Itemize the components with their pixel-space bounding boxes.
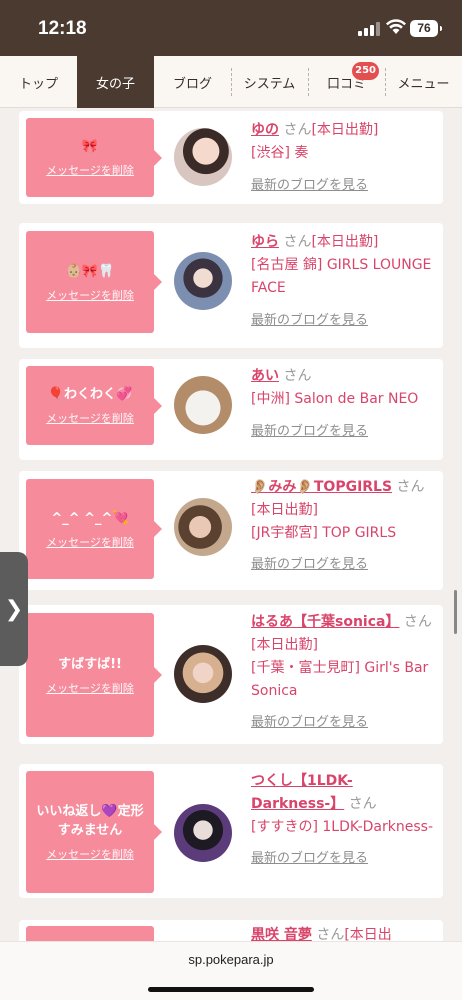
girl-info: はるあ【千葉sonica】 さん[本日出勤] [千葉・富士見町] Girl's … bbox=[251, 611, 437, 734]
latest-blog-link[interactable]: 最新のブログを見る bbox=[251, 424, 368, 439]
list-item: 🎈わくわく💞 メッセージを削除 あい さん [中洲] Salon de Bar … bbox=[19, 359, 443, 460]
delete-message-link[interactable]: メッセージを削除 bbox=[46, 162, 134, 178]
message-text: 🎈わくわく💞 bbox=[47, 387, 133, 402]
shop-name: 奏 bbox=[294, 145, 309, 161]
work-status: [本日出勤] bbox=[311, 234, 379, 250]
tab-blog[interactable]: ブログ bbox=[154, 56, 231, 108]
girl-info: 👂🏼みみ👂🏼TOPGIRLS さん [本日出勤] [JR宇都宮] TOP GIRL… bbox=[251, 476, 437, 576]
girl-info: ゆら さん[本日出勤] [名古屋 錦] GIRLS LOUNGE FACE 最新… bbox=[251, 231, 437, 332]
girl-name-link[interactable]: ゆの bbox=[251, 122, 279, 138]
area: [JR宇都宮] bbox=[251, 525, 318, 541]
wifi-icon bbox=[386, 19, 406, 34]
delete-message-link[interactable]: メッセージを削除 bbox=[46, 410, 134, 426]
girl-name-link[interactable]: 黒咲 音夢 bbox=[251, 927, 312, 941]
main-nav: トップ 女の子 ブログ システム 口コミ 250 メニュー bbox=[0, 56, 462, 108]
avatar[interactable] bbox=[174, 804, 232, 862]
list-item: いいね返し💜定形すみません メッセージを削除 つくし【1LDK-Darkness… bbox=[19, 764, 443, 898]
delete-message-link[interactable]: メッセージを削除 bbox=[46, 287, 134, 303]
scrollbar[interactable] bbox=[454, 590, 457, 634]
san-suffix: さん bbox=[283, 368, 312, 384]
message-text: 🎀 bbox=[81, 139, 99, 154]
list-item: 🎀 メッセージを削除 ゆの さん[本日出勤] [渋谷] 奏 最新のブログを見る bbox=[19, 111, 443, 204]
work-status: [本日出勤] bbox=[251, 502, 318, 518]
tab-reviews[interactable]: 口コミ 250 bbox=[308, 56, 385, 108]
tab-girls[interactable]: 女の子 bbox=[77, 56, 154, 108]
avatar[interactable] bbox=[174, 498, 232, 556]
shop-name: Salon de Bar NEO bbox=[294, 391, 419, 407]
message-bubble: いいね返し💜定形すみません メッセージを削除 bbox=[26, 771, 162, 893]
chevron-right-icon: ❯ bbox=[4, 596, 24, 622]
girl-name-link[interactable]: あい bbox=[251, 368, 279, 384]
delete-message-link[interactable]: メッセージを削除 bbox=[46, 534, 134, 550]
home-indicator[interactable] bbox=[148, 987, 314, 992]
girl-name-link[interactable]: 👂🏼みみ👂🏼TOPGIRLS bbox=[251, 479, 392, 495]
side-panel-toggle[interactable]: ❯ bbox=[0, 552, 28, 666]
work-status: [本日出勤] bbox=[311, 122, 379, 138]
san-suffix: さん bbox=[283, 234, 312, 250]
girl-name-link[interactable]: はるあ【千葉sonica】 bbox=[251, 614, 399, 630]
girl-name-link[interactable]: つくし【1LDK-Darkness-】 bbox=[251, 773, 353, 812]
area: [渋谷] bbox=[251, 145, 290, 161]
latest-blog-link[interactable]: 最新のブログを見る bbox=[251, 178, 368, 193]
shop-name: 1LDK-Darkness- bbox=[322, 819, 433, 835]
avatar[interactable] bbox=[174, 252, 232, 310]
avatar[interactable] bbox=[174, 376, 232, 434]
work-status: [本日出勤] bbox=[251, 637, 318, 653]
browser-bottom-bar: sp.pokepara.jp bbox=[0, 941, 462, 1000]
tab-system[interactable]: システム bbox=[231, 56, 308, 108]
avatar[interactable] bbox=[174, 128, 232, 186]
tab-top[interactable]: トップ bbox=[0, 56, 77, 108]
tab-menu[interactable]: メニュー bbox=[385, 56, 462, 108]
girl-info: あい さん [中洲] Salon de Bar NEO 最新のブログを見る bbox=[251, 365, 437, 443]
message-bubble: 🎀 メッセージを削除 bbox=[26, 118, 162, 197]
reviews-count-badge: 250 bbox=[352, 62, 379, 80]
san-suffix: さん bbox=[283, 122, 312, 138]
message-bubble bbox=[26, 926, 154, 941]
list-item: ^_^ ^_^💘 メッセージを削除 👂🏼みみ👂🏼TOPGIRLS さん [本日出勤… bbox=[19, 471, 443, 590]
san-suffix: さん bbox=[316, 927, 345, 941]
area: [すすきの] bbox=[251, 819, 318, 835]
list-item: 黒咲 音夢 さん[本日出 bbox=[19, 920, 443, 941]
message-text: いいね返し💜定形すみません bbox=[36, 804, 144, 838]
list-item: すばすば!! メッセージを削除 はるあ【千葉sonica】 さん [本日出勤] [… bbox=[19, 605, 443, 744]
girl-info: つくし【1LDK-Darkness-】 さん [すすきの] 1LDK-Darkn… bbox=[251, 770, 437, 870]
area: [名古屋 錦] bbox=[251, 257, 323, 273]
cellular-signal-icon bbox=[358, 22, 380, 36]
message-text: すばすば!! bbox=[58, 656, 122, 672]
message-bubble: ^_^ ^_^💘 メッセージを削除 bbox=[26, 479, 162, 579]
list-item: 👶🏼🎀🦷 メッセージを削除 ゆら さん[本日出勤] [名古屋 錦] GIRLS … bbox=[19, 223, 443, 348]
message-bubble: 👶🏼🎀🦷 メッセージを削除 bbox=[26, 231, 162, 333]
girls-message-list: 🎀 メッセージを削除 ゆの さん[本日出勤] [渋谷] 奏 最新のブログを見る … bbox=[0, 108, 462, 941]
girl-name-link[interactable]: ゆら bbox=[251, 234, 279, 250]
delete-message-link[interactable]: メッセージを削除 bbox=[46, 846, 134, 862]
battery-icon: 76 bbox=[410, 20, 442, 37]
delete-message-link[interactable]: メッセージを削除 bbox=[46, 680, 134, 696]
avatar[interactable] bbox=[174, 645, 232, 703]
girl-info: 黒咲 音夢 さん[本日出 bbox=[251, 924, 437, 941]
latest-blog-link[interactable]: 最新のブログを見る bbox=[251, 557, 368, 572]
message-bubble: すばすば!! メッセージを削除 bbox=[26, 613, 162, 737]
status-time: 12:18 bbox=[38, 18, 87, 39]
message-text: 👶🏼🎀🦷 bbox=[65, 263, 115, 279]
area: [中洲] bbox=[251, 391, 290, 407]
address-bar[interactable]: sp.pokepara.jp bbox=[0, 952, 462, 967]
latest-blog-link[interactable]: 最新のブログを見る bbox=[251, 715, 368, 730]
message-text: ^_^ ^_^💘 bbox=[51, 510, 129, 526]
girl-info: ゆの さん[本日出勤] [渋谷] 奏 最新のブログを見る bbox=[251, 119, 437, 197]
status-bar: 12:18 76 bbox=[0, 0, 462, 56]
latest-blog-link[interactable]: 最新のブログを見る bbox=[251, 851, 368, 866]
san-suffix: さん bbox=[403, 614, 432, 630]
area: [千葉・富士見町] bbox=[251, 660, 360, 676]
latest-blog-link[interactable]: 最新のブログを見る bbox=[251, 313, 368, 328]
san-suffix: さん bbox=[396, 479, 425, 495]
message-bubble: 🎈わくわく💞 メッセージを削除 bbox=[26, 366, 162, 445]
san-suffix: さん bbox=[348, 796, 377, 812]
work-status: [本日出 bbox=[344, 927, 392, 941]
shop-name: TOP GIRLS bbox=[322, 525, 397, 541]
